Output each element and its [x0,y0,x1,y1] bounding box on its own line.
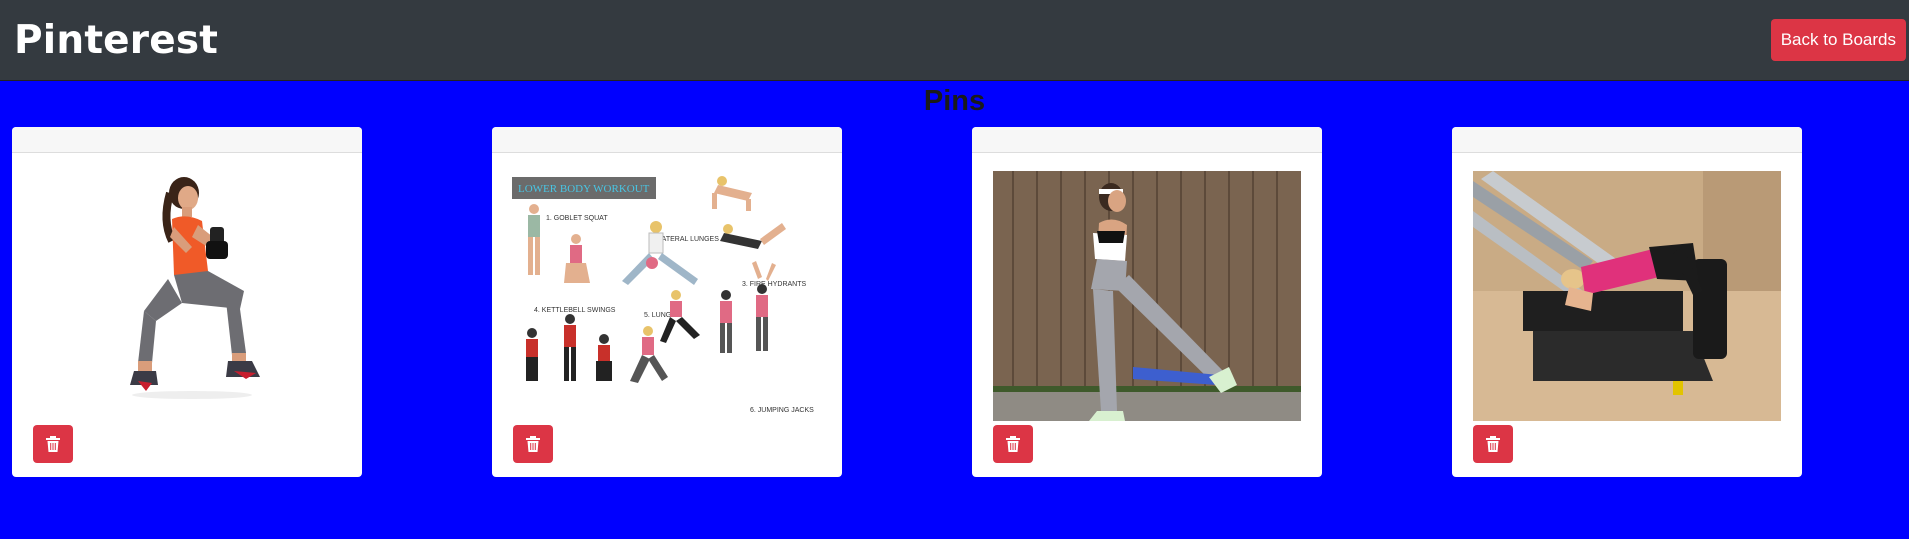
goblet-squat-image [130,177,260,399]
delete-pin-button[interactable] [993,425,1033,463]
trash-icon [526,436,540,452]
delete-pin-button[interactable] [33,425,73,463]
card-body [972,153,1322,477]
card-body: LOWER BODY WORKOUT 1. GOBLET SQUAT 2. LA… [492,153,842,477]
trash-icon [46,436,60,452]
infographic-item: 1. GOBLET SQUAT [546,215,608,222]
trash-icon [1006,436,1020,452]
top-navbar: Pinterest Back to Boards [0,0,1909,81]
infographic-item: 6. JUMPING JACKS [750,407,814,414]
back-to-boards-button[interactable]: Back to Boards [1770,19,1906,61]
pin-card-goblet-squat [12,127,362,477]
brand-logo[interactable]: Pinterest [14,18,218,63]
page-title: Pins [923,85,986,117]
lower-body-workout-infographic: LOWER BODY WORKOUT 1. GOBLET SQUAT 2. LA… [512,176,814,414]
pin-card-lower-body-workout: LOWER BODY WORKOUT 1. GOBLET SQUAT 2. LA… [492,127,842,477]
infographic-title: LOWER BODY WORKOUT [518,183,650,195]
card-header [1452,127,1802,153]
infographic-item: 4. KETTLEBELL SWINGS [534,307,616,314]
delete-pin-button[interactable] [513,425,553,463]
card-body [1452,153,1802,477]
pin-card-reformer-machine [1452,127,1802,477]
resistance-band-kickback-image [993,171,1301,421]
pin-card-resistance-band [972,127,1322,477]
card-header [12,127,362,153]
card-body [12,153,362,477]
infographic-item: 3. FIRE HYDRANTS [742,281,807,288]
pins-grid: LOWER BODY WORKOUT 1. GOBLET SQUAT 2. LA… [0,127,1909,487]
card-header [972,127,1322,153]
delete-pin-button[interactable] [1473,425,1513,463]
card-header [492,127,842,153]
reformer-machine-image [1473,171,1781,421]
trash-icon [1486,436,1500,452]
